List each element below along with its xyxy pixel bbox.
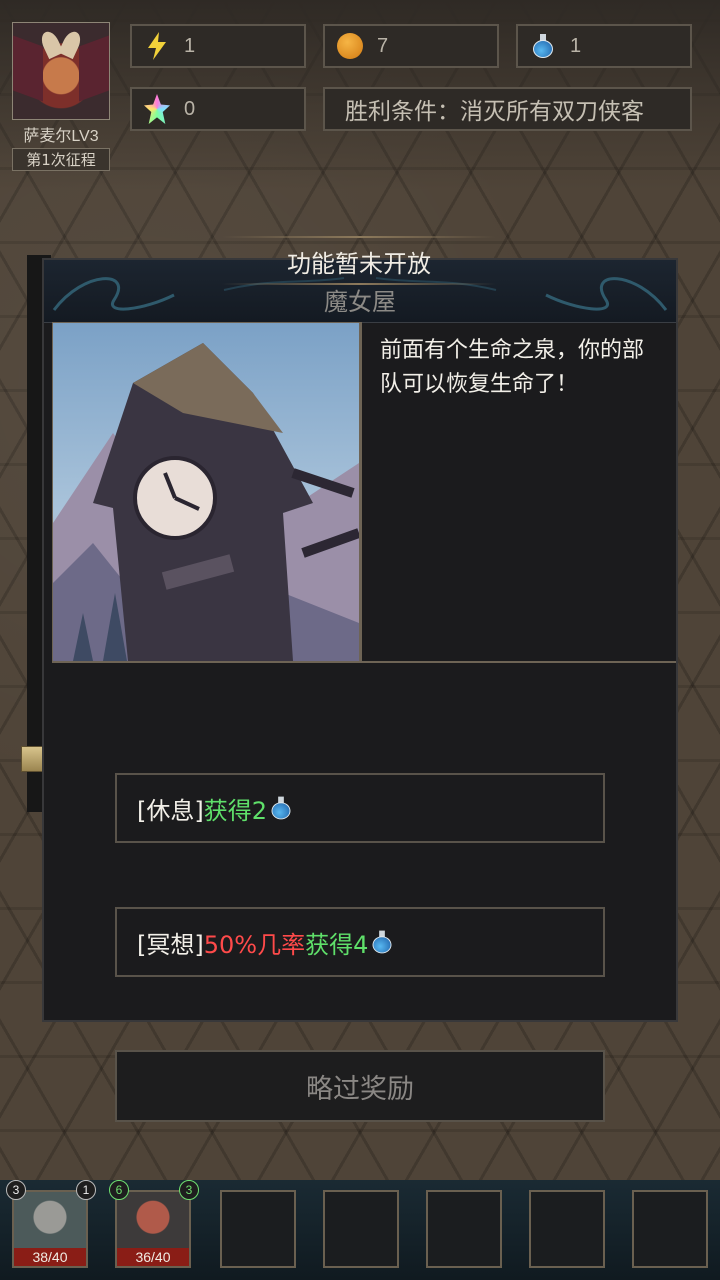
unit-slot-1[interactable]: 38/40: [12, 1190, 88, 1268]
unit-hp: 38/40: [14, 1248, 86, 1266]
gem-value: 0: [184, 97, 196, 120]
gem-icon: [144, 94, 170, 124]
unit-level-badge: 3: [6, 1180, 26, 1200]
unit-slot-empty[interactable]: [323, 1190, 399, 1268]
potion-stat: 1: [516, 24, 692, 68]
unit-portrait: [14, 1192, 86, 1248]
rest-option-button[interactable]: [休息] 获得2: [115, 773, 605, 843]
potion-icon: [372, 930, 392, 954]
lightning-icon: [144, 32, 170, 60]
campaign-count: 第1次征程: [12, 148, 110, 171]
notice-toast: 功能暂未开放: [222, 236, 496, 290]
event-illustration: [52, 322, 360, 662]
gem-stat: 0: [130, 87, 306, 131]
unit-level-badge: 3: [179, 1180, 199, 1200]
unit-level-badge: 6: [109, 1180, 129, 1200]
gold-stat: 7: [323, 24, 499, 68]
unit-hp: 36/40: [117, 1248, 189, 1266]
unit-slot-2[interactable]: 36/40: [115, 1190, 191, 1268]
victory-condition: 胜利条件：消灭所有双刀侠客: [323, 87, 692, 131]
option-tag: [冥想]: [137, 930, 204, 959]
coin-icon: [337, 33, 363, 59]
option-gain: 获得2: [203, 796, 268, 825]
option-gain: 获得4: [305, 930, 369, 959]
hero-avatar: [12, 22, 110, 120]
victory-condition-text: 胜利条件：消灭所有双刀侠客: [345, 99, 644, 125]
potion-value: 1: [570, 34, 582, 57]
unit-portrait: [117, 1192, 189, 1248]
unit-slot-empty[interactable]: [632, 1190, 708, 1268]
notice-text: 功能暂未开放: [287, 250, 431, 278]
meditate-option-button[interactable]: [冥想] 50%几率 获得4: [115, 907, 605, 977]
unit-slot-empty[interactable]: [426, 1190, 502, 1268]
event-description: 前面有个生命之泉，你的部队可以恢复生命了！: [380, 338, 645, 397]
option-tag: [休息]: [137, 796, 204, 825]
potion-icon: [271, 796, 291, 820]
potion-icon: [530, 33, 556, 59]
unit-slot-empty[interactable]: [220, 1190, 296, 1268]
unit-level-badge: 1: [76, 1180, 96, 1200]
hero-portrait[interactable]: 萨麦尔LV3 第1次征程: [12, 22, 110, 172]
unit-slot-empty[interactable]: [529, 1190, 605, 1268]
energy-stat: 1: [130, 24, 306, 68]
hero-name: 萨麦尔LV3: [23, 128, 99, 145]
gold-value: 7: [377, 34, 389, 57]
option-chance: 50%几率: [203, 930, 306, 959]
skip-reward-button[interactable]: 略过奖励: [115, 1050, 605, 1122]
energy-value: 1: [184, 34, 196, 57]
